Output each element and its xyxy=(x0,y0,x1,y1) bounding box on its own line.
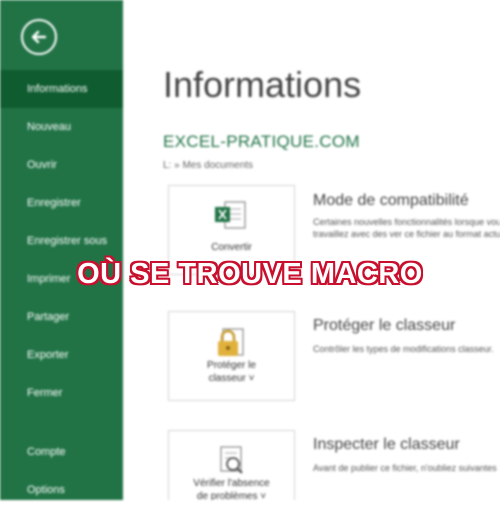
lock-icon xyxy=(218,328,244,356)
section-desc-protect: Contrôler les types de modifications cla… xyxy=(313,344,494,354)
backstage-nav: Informations Nouveau Ouvrir Enregistrer … xyxy=(0,70,123,412)
section-desc-compat: Certaines nouvelles fonctionnalités lors… xyxy=(313,217,500,239)
nav-item-fermer[interactable]: Fermer xyxy=(0,374,123,412)
file-path: L: » Mes documents xyxy=(163,160,254,171)
backstage-nav-bottom: Compte Options xyxy=(0,433,123,509)
page-title: Informations xyxy=(163,64,362,105)
section-title-compat: Mode de compatibilité xyxy=(313,192,469,209)
inspect-document-icon xyxy=(220,446,243,474)
info-panel: Informations EXCEL-PRATIQUE.COM L: » Mes… xyxy=(123,0,500,500)
check-issues-label: Vérifier l'absence de problèmes ˅ xyxy=(193,478,270,500)
convert-button-label: Convertir xyxy=(211,242,252,253)
check-issues-button[interactable]: Vérifier l'absence de problèmes ˅ xyxy=(168,430,295,500)
backstage-sidebar: Informations Nouveau Ouvrir Enregistrer … xyxy=(0,0,123,500)
brand-text: EXCEL-PRATIQUE.COM xyxy=(163,132,360,151)
section-title-protect: Protéger le classeur xyxy=(313,317,456,334)
nav-item-enregistrer[interactable]: Enregistrer xyxy=(0,184,123,222)
section-desc-inspect: Avant de publier ce fichier, n'oubliez s… xyxy=(313,463,500,473)
back-arrow-icon xyxy=(31,30,47,44)
nav-item-compte[interactable]: Compte xyxy=(0,433,123,471)
protect-workbook-label: Protéger le classeur ˅ xyxy=(207,360,256,384)
nav-item-ouvrir[interactable]: Ouvrir xyxy=(0,146,123,184)
excel-convert-icon xyxy=(215,201,246,229)
nav-item-enregistrer-sous[interactable]: Enregistrer sous xyxy=(0,222,123,260)
back-button[interactable] xyxy=(21,19,57,55)
section-title-inspect: Inspecter le classeur xyxy=(313,436,460,453)
nav-item-options[interactable]: Options xyxy=(0,471,123,509)
protect-workbook-button[interactable]: Protéger le classeur ˅ xyxy=(168,311,295,401)
nav-item-exporter[interactable]: Exporter xyxy=(0,336,123,374)
overlay-caption: OÙ SE TROUVE MACRO xyxy=(77,258,423,290)
excel-backstage-view: Informations Nouveau Ouvrir Enregistrer … xyxy=(0,0,500,500)
nav-item-partager[interactable]: Partager xyxy=(0,298,123,336)
nav-item-informations[interactable]: Informations xyxy=(0,70,123,108)
nav-item-nouveau[interactable]: Nouveau xyxy=(0,108,123,146)
